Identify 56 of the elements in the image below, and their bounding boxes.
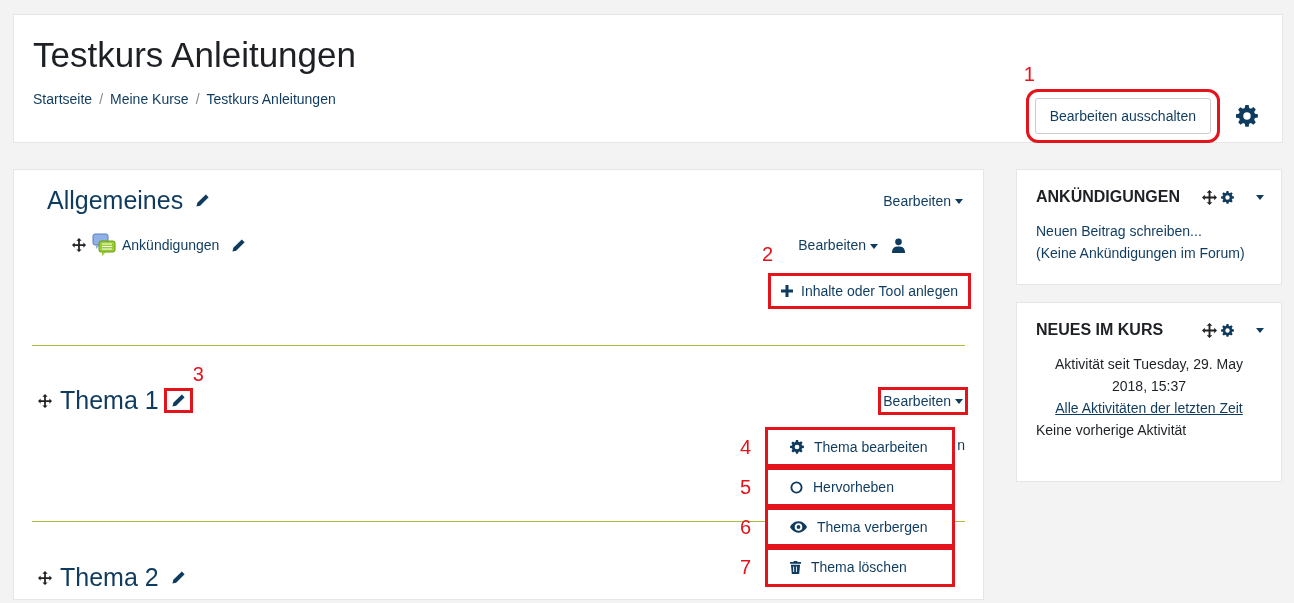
trash-icon [790,560,801,574]
move-icon[interactable] [38,393,52,408]
caret-icon [955,199,963,205]
gear-icon[interactable] [1221,323,1234,337]
pencil-icon[interactable] [170,570,186,585]
caret-icon [955,399,963,405]
breadcrumb-separator: / [99,91,104,107]
annotation-number: 7 [740,555,752,579]
block-link[interactable]: (Keine Ankündigungen im Forum) [1036,242,1262,264]
activity-link[interactable]: Alle Aktivitäten der letzten Zeit [1036,397,1262,419]
move-icon[interactable] [72,238,86,252]
breadcrumb-link[interactable]: Testkurs Anleitungen [206,91,336,107]
page-title: Testkurs Anleitungen [33,35,356,75]
menu-item[interactable]: Hervorheben [768,470,952,504]
annotation-number: 1 [1023,63,1035,86]
gear-icon [790,440,804,454]
caret-icon [870,243,878,249]
eye-icon [790,521,807,533]
gear-icon[interactable] [1221,190,1234,204]
block-text: Aktivität seit Tuesday, 29. May 2018, 15:37 [1053,355,1244,396]
circle-icon [790,480,803,494]
section-title: Thema 2 [60,563,159,592]
menu-item[interactable]: Thema bearbeiten [768,430,952,464]
section-title: Allgemeines [47,186,184,215]
edit-dropdown[interactable]: Bearbeiten [881,189,965,212]
caret-icon[interactable] [1256,327,1264,333]
add-content-link[interactable]: n [957,437,965,453]
edit-dropdown[interactable]: Bearbeiten [798,237,878,253]
pencil-icon[interactable] [170,393,186,408]
section-title: Thema 1 [60,386,159,415]
annotation-number: 6 [740,515,752,539]
block-link[interactable]: Neuen Beitrag schreiben... [1036,220,1262,242]
block-title: NEUES IM KURS [1036,321,1165,339]
annotation-number: 5 [740,475,752,499]
breadcrumb-link[interactable]: Startseite [33,91,93,107]
block-title: ANKÜNDIGUNGEN [1036,188,1181,206]
move-icon[interactable] [38,570,52,585]
annotation-number: 2 [762,243,774,266]
caret-icon[interactable] [1256,194,1264,200]
settings-icon[interactable] [1236,105,1258,127]
move-icon[interactable] [1202,189,1217,205]
edit-dropdown[interactable]: Bearbeiten [881,389,965,412]
move-icon[interactable] [1202,322,1217,338]
annotation-number: 3 [192,363,204,386]
chat-bubbles-icon [92,233,116,257]
pencil-icon[interactable] [195,193,211,208]
menu-item[interactable]: Thema verbergen [768,510,952,544]
block-text: Keine vorherige Aktivität [1036,421,1188,440]
breadcrumb-link[interactable]: Meine Kurse [110,91,189,107]
pencil-icon[interactable] [231,237,247,253]
plus-icon [781,285,793,297]
breadcrumb-separator: / [195,91,200,107]
menu-item[interactable]: Thema löschen [768,550,952,584]
activity-link[interactable]: Ankündigungen [122,237,220,253]
annotation-number: 4 [740,435,752,459]
user-icon[interactable] [892,237,905,253]
